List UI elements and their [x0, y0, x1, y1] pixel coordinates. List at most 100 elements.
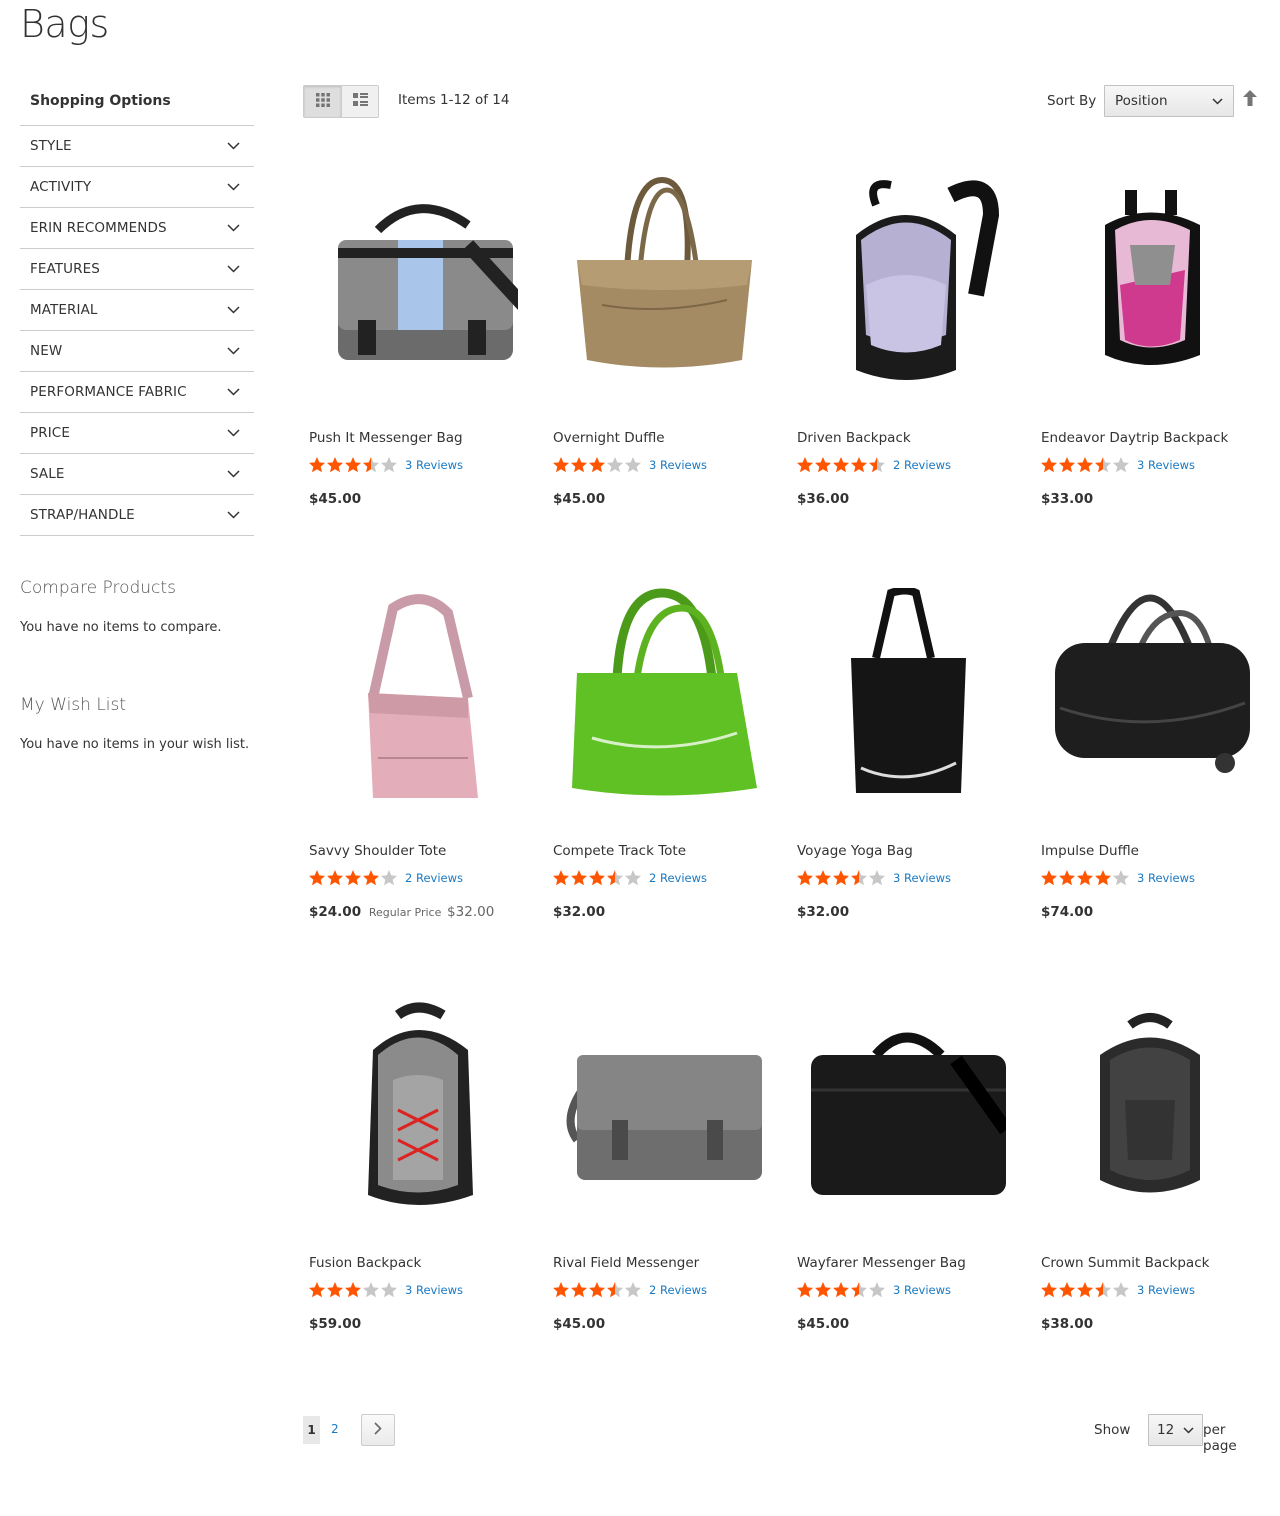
filter-label: MATERIAL — [30, 302, 98, 318]
product-rating: 3 Reviews — [308, 1281, 463, 1298]
product-price: $24.00 — [309, 904, 362, 920]
page-title: Bags — [20, 2, 109, 46]
reviews-link[interactable]: 3 Reviews — [1137, 458, 1195, 472]
star-icon — [1113, 457, 1129, 473]
reviews-link[interactable]: 2 Reviews — [649, 1283, 707, 1297]
product-name-link[interactable]: Rival Field Messenger — [553, 1255, 699, 1271]
pager: 1 2 Show 12 per page — [303, 1414, 1263, 1454]
filter-features[interactable]: FEATURES — [20, 249, 254, 290]
reviews-link[interactable]: 3 Reviews — [1137, 871, 1195, 885]
filter-material[interactable]: MATERIAL — [20, 290, 254, 331]
product-name-link[interactable]: Voyage Yoga Bag — [797, 843, 913, 859]
product-name-link[interactable]: Crown Summit Backpack — [1041, 1255, 1209, 1271]
reviews-link[interactable]: 3 Reviews — [893, 1283, 951, 1297]
filter-label: FEATURES — [30, 261, 100, 277]
list-view-button[interactable] — [341, 86, 378, 117]
star-icon — [1041, 457, 1057, 473]
product-image[interactable] — [303, 563, 533, 833]
reviews-link[interactable]: 2 Reviews — [649, 871, 707, 885]
product-rating: 3 Reviews — [796, 869, 951, 886]
star-icon — [345, 870, 361, 886]
product-image[interactable] — [1035, 975, 1265, 1245]
product-name-link[interactable]: Wayfarer Messenger Bag — [797, 1255, 966, 1271]
filter-style[interactable]: STYLE — [20, 126, 254, 167]
filter-activity[interactable]: ACTIVITY — [20, 167, 254, 208]
reviews-link[interactable]: 3 Reviews — [405, 458, 463, 472]
product-image[interactable] — [791, 975, 1021, 1245]
price-box: $45.00 — [309, 491, 361, 507]
compare-products-title: Compare Products — [20, 578, 176, 598]
filter-label: STYLE — [30, 138, 72, 154]
filter-strap-handle[interactable]: STRAP/HANDLE — [20, 495, 254, 536]
product-rating: 3 Reviews — [308, 456, 463, 473]
reviews-link[interactable]: 3 Reviews — [1137, 1283, 1195, 1297]
filter-erin-recommends[interactable]: ERIN RECOMMENDS — [20, 208, 254, 249]
chevron-down-icon — [1212, 93, 1223, 109]
star-icon — [1077, 1282, 1093, 1298]
star-icon — [625, 870, 641, 886]
product-image[interactable] — [1035, 150, 1265, 420]
regular-price-label: Regular Price — [368, 906, 442, 919]
star-icon — [571, 1282, 587, 1298]
product-rating: 3 Reviews — [796, 1281, 951, 1298]
product-rating: 2 Reviews — [308, 869, 463, 886]
show-label: Show — [1094, 1422, 1131, 1438]
star-icon — [1095, 1282, 1111, 1298]
star-icon — [589, 457, 605, 473]
product-rating: 3 Reviews — [552, 456, 707, 473]
star-icon — [309, 457, 325, 473]
star-icon — [607, 1282, 623, 1298]
star-icon — [869, 1282, 885, 1298]
chevron-down-icon — [226, 303, 240, 317]
next-page-button[interactable] — [361, 1414, 395, 1446]
filter-list: STYLE ACTIVITY ERIN RECOMMENDS FEATURES MATE… — [20, 125, 254, 536]
reviews-link[interactable]: 2 Reviews — [405, 871, 463, 885]
product-image[interactable] — [547, 563, 777, 833]
compare-products-empty-text: You have no items to compare. — [20, 620, 222, 635]
page-link-2[interactable]: 2 — [331, 1422, 339, 1436]
product-name-link[interactable]: Fusion Backpack — [309, 1255, 421, 1271]
product-name-link[interactable]: Push It Messenger Bag — [309, 430, 463, 446]
product-image[interactable] — [547, 150, 777, 420]
product-image[interactable] — [1035, 563, 1265, 833]
price-box: $24.00 Regular Price $32.00 — [309, 904, 494, 920]
reviews-link[interactable]: 2 Reviews — [893, 458, 951, 472]
star-icon — [797, 870, 813, 886]
star-icon — [553, 457, 569, 473]
grid-icon — [315, 92, 330, 111]
filter-label: STRAP/HANDLE — [30, 507, 135, 523]
product-name-link[interactable]: Compete Track Tote — [553, 843, 686, 859]
chevron-down-icon — [226, 385, 240, 399]
filter-performance-fabric[interactable]: PERFORMANCE FABRIC — [20, 372, 254, 413]
limiter-select[interactable]: 12 — [1148, 1414, 1203, 1446]
filter-sale[interactable]: SALE — [20, 454, 254, 495]
product-name-link[interactable]: Overnight Duffle — [553, 430, 665, 446]
chevron-down-icon — [226, 221, 240, 235]
filter-price[interactable]: PRICE — [20, 413, 254, 454]
star-icon — [815, 457, 831, 473]
product-name-link[interactable]: Savvy Shoulder Tote — [309, 843, 446, 859]
star-icon — [327, 457, 343, 473]
product-image[interactable] — [303, 975, 533, 1245]
product-image[interactable] — [547, 975, 777, 1245]
sort-by-select[interactable]: Position — [1104, 85, 1234, 117]
product-image[interactable] — [791, 150, 1021, 420]
product-name-link[interactable]: Endeavor Daytrip Backpack — [1041, 430, 1228, 446]
filter-new[interactable]: NEW — [20, 331, 254, 372]
reviews-link[interactable]: 3 Reviews — [405, 1283, 463, 1297]
wish-list-title: My Wish List — [20, 695, 127, 715]
product-name-link[interactable]: Driven Backpack — [797, 430, 911, 446]
chevron-down-icon — [226, 508, 240, 522]
reviews-link[interactable]: 3 Reviews — [893, 871, 951, 885]
product-name-link[interactable]: Impulse Duffle — [1041, 843, 1139, 859]
reviews-link[interactable]: 3 Reviews — [649, 458, 707, 472]
star-icon — [1077, 870, 1093, 886]
product-image[interactable] — [791, 563, 1021, 833]
star-icon — [363, 457, 379, 473]
sort-direction-arrow-up-icon[interactable] — [1243, 90, 1259, 108]
limiter-value: 12 — [1157, 1422, 1175, 1438]
product-price: $59.00 — [309, 1316, 362, 1332]
grid-view-button[interactable] — [304, 86, 341, 117]
filter-label: PERFORMANCE FABRIC — [30, 384, 187, 400]
product-image[interactable] — [303, 150, 533, 420]
